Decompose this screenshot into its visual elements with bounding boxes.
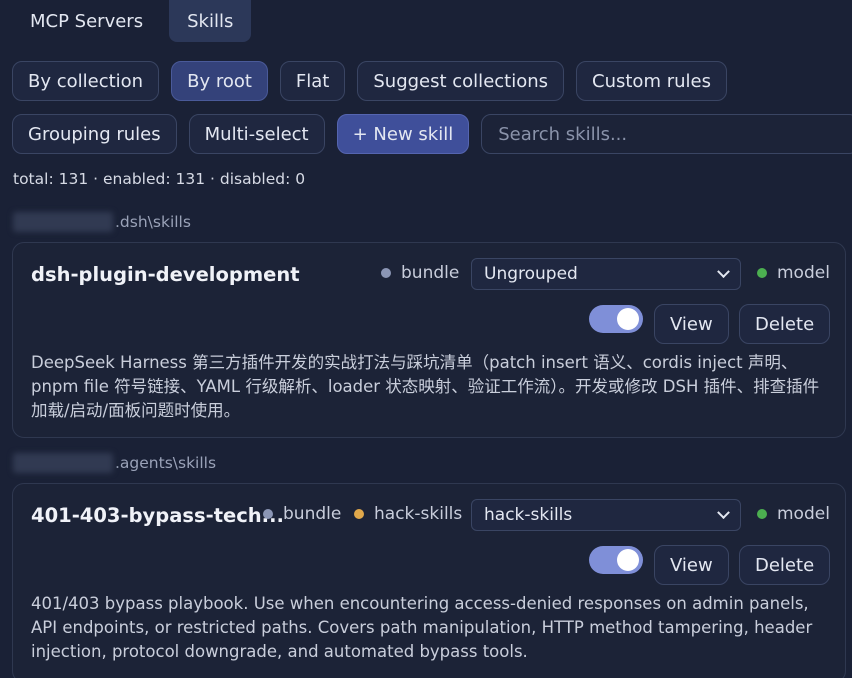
redacted-path-prefix (13, 212, 113, 232)
by-root-button[interactable]: By root (171, 61, 268, 101)
toggle-knob (617, 549, 639, 571)
skill-tag: bundle (263, 504, 341, 524)
skill-tag: bundle (381, 263, 459, 283)
view-button[interactable]: View (654, 545, 729, 585)
skill-tag-label: hack-skills (374, 504, 463, 524)
model-indicator: model (757, 263, 830, 283)
model-status-dot-icon (757, 268, 767, 278)
toggle-knob (617, 308, 639, 330)
top-tabs: MCP Servers Skills (12, 0, 252, 42)
toolbar: Grouping rules Multi-select + New skill … (12, 114, 852, 154)
collection-select-value: hack-skills (484, 505, 573, 525)
skill-card: 401-403-bypass-tech... bundle hack-skill… (12, 483, 846, 678)
delete-button[interactable]: Delete (739, 304, 831, 344)
skill-name: 401-403-bypass-tech... (31, 504, 284, 527)
chevron-down-icon (717, 264, 730, 278)
bundle-dot-icon (263, 509, 273, 519)
skill-name: dsh-plugin-development (31, 263, 300, 286)
multi-select-button[interactable]: Multi-select (188, 114, 325, 154)
skill-tag-label: bundle (283, 504, 342, 524)
flat-button[interactable]: Flat (279, 61, 346, 101)
tab-skills[interactable]: Skills (169, 0, 252, 42)
group-path: .dsh\skills (13, 212, 191, 232)
model-indicator: model (757, 504, 830, 524)
group-path-suffix: .agents\skills (115, 454, 217, 472)
group-path-suffix: .dsh\skills (115, 213, 191, 231)
enabled-toggle[interactable] (589, 305, 643, 333)
model-status-dot-icon (757, 509, 767, 519)
search-input[interactable]: Search skills... (481, 114, 852, 154)
enabled-toggle[interactable] (589, 546, 643, 574)
custom-rules-button[interactable]: Custom rules (576, 61, 727, 101)
by-collection-button[interactable]: By collection (12, 61, 160, 101)
skill-description: DeepSeek Harness 第三方插件开发的实战打法与踩坑清单（patch… (31, 353, 820, 420)
redacted-path-prefix (13, 453, 113, 473)
skills-stats: total: 131 · enabled: 131 · disabled: 0 (13, 170, 306, 188)
collection-select[interactable]: hack-skills (471, 499, 741, 531)
skill-description: 401/403 bypass playbook. Use when encoun… (31, 594, 813, 661)
collection-select[interactable]: Ungrouped (471, 258, 741, 290)
view-mode-bar: By collection By root Flat Suggest colle… (12, 61, 727, 101)
suggest-collections-button[interactable]: Suggest collections (357, 61, 565, 101)
tab-mcp-servers[interactable]: MCP Servers (12, 0, 161, 42)
skill-tag: hack-skills (354, 504, 462, 524)
hack-skills-dot-icon (354, 509, 364, 519)
group-path: .agents\skills (13, 453, 216, 473)
new-skill-button[interactable]: + New skill (336, 114, 470, 154)
model-label: model (777, 263, 830, 283)
skill-tag-label: bundle (401, 263, 460, 283)
bundle-dot-icon (381, 268, 391, 278)
model-label: model (777, 504, 830, 524)
grouping-rules-button[interactable]: Grouping rules (12, 114, 177, 154)
chevron-down-icon (717, 505, 730, 519)
delete-button[interactable]: Delete (739, 545, 831, 585)
view-button[interactable]: View (654, 304, 729, 344)
skill-card: dsh-plugin-development bundle Ungrouped … (12, 242, 846, 438)
collection-select-value: Ungrouped (484, 264, 578, 284)
